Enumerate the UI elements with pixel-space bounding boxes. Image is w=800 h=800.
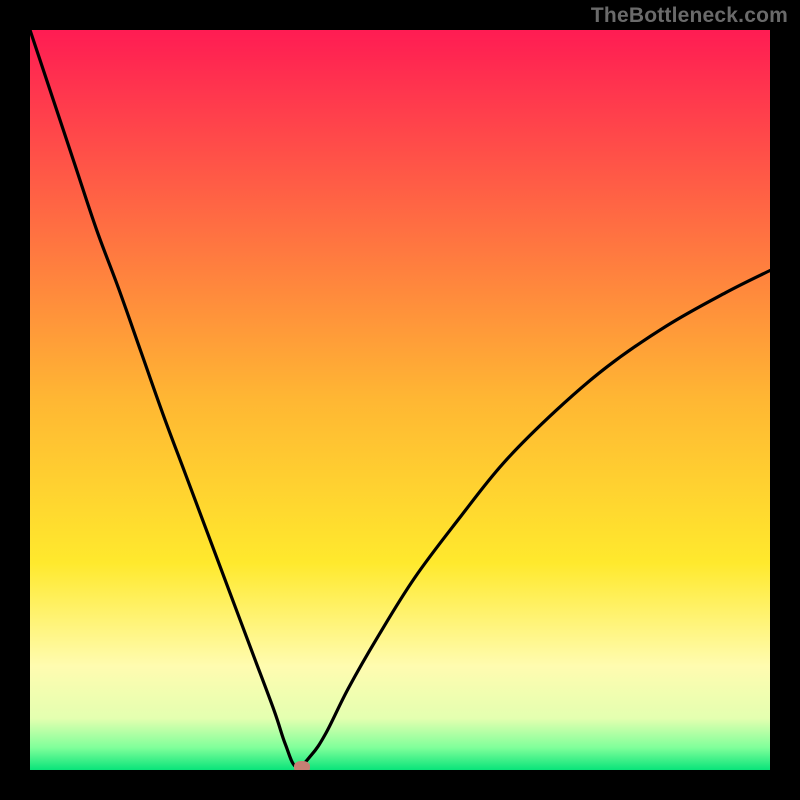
stage: TheBottleneck.com (0, 0, 800, 800)
chart-curve (30, 30, 770, 770)
chart-plot-area (30, 30, 770, 770)
watermark-text: TheBottleneck.com (591, 4, 788, 28)
chart-marker-point (294, 761, 310, 770)
